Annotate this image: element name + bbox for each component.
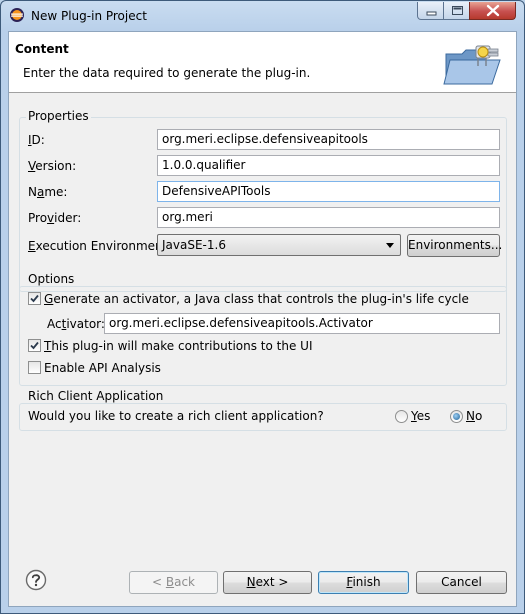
provider-label: Provider: [28,211,81,225]
window-title: New Plug-in Project [31,9,147,23]
ui-contributions-text: his plug-in will make contributions to t… [51,339,313,353]
execution-environment-value: JavaSE-1.6 [162,238,226,252]
generate-activator-text: enerate an activator, a Java class that … [53,292,469,306]
finish-button[interactable]: Finish [318,571,409,594]
id-label: ID: [28,133,45,147]
version-field[interactable]: 1.0.0.qualifier [157,155,500,176]
back-button[interactable]: < Back [129,571,218,594]
name-label: Name: [28,185,67,199]
options-group-label: Options [26,272,77,286]
next-button-mnemonic: N [246,575,256,589]
activator-label-text: ivator: [66,317,105,331]
id-field[interactable]: org.meri.eclipse.defensiveapitools [157,129,500,150]
rich-client-yes-radio[interactable] [395,410,408,423]
next-button[interactable]: Next > [223,571,312,594]
close-icon [486,4,500,17]
execution-environment-label: Execution Environment: [28,239,171,253]
execution-environment-label-mnemonic: E [28,239,36,253]
rich-client-no-label: No [466,409,482,423]
minimize-button[interactable] [417,2,444,20]
maximize-button[interactable] [443,2,470,20]
chevron-down-icon [386,243,394,248]
dialog-window: New Plug-in Project Content Enter the da… [0,0,525,614]
eclipse-icon [10,8,24,22]
name-label-prefix: N [28,185,37,199]
rich-client-question: Would you like to create a rich client a… [28,409,324,423]
rich-client-no-mnemonic: N [466,409,475,423]
ui-contributions-checkbox[interactable] [28,339,41,352]
generate-activator-label: Generate an activator, a Java class that… [44,292,469,306]
next-button-text: ext > [255,575,289,589]
rich-client-no-radio[interactable] [450,410,463,423]
activator-field[interactable]: org.meri.eclipse.defensiveapitools.Activ… [104,313,500,334]
title-bar[interactable]: New Plug-in Project [1,1,524,31]
help-icon[interactable] [25,569,47,591]
cancel-button[interactable]: Cancel [416,571,507,594]
close-button[interactable] [469,2,516,20]
provider-label-prefix: Pro [28,211,48,225]
page-description: Enter the data required to generate the … [23,66,311,80]
api-analysis-label: Enable API Analysis [44,361,161,375]
execution-environment-label-text: xecution Environment: [35,239,172,253]
rich-client-group-label: Rich Client Application [26,389,166,403]
checkmark-icon [30,294,39,303]
environments-button[interactable]: Environments... [407,234,502,257]
name-field[interactable]: DefensiveAPITools [157,181,500,202]
back-button-prefix: < [151,575,166,589]
minimize-icon [426,11,437,16]
rich-client-yes-label: Yes [411,409,430,423]
provider-label-text: ider: [54,211,82,225]
id-label-text: D: [31,133,45,147]
version-label: Version: [28,159,76,173]
generate-activator-mnemonic: G [44,292,54,306]
back-button-mnemonic: B [165,575,175,589]
provider-field[interactable]: org.meri [157,207,500,228]
radio-selected-dot [453,413,460,420]
page-title: Content [15,42,69,56]
generate-activator-checkbox[interactable] [28,292,41,305]
plugin-wizard-banner-icon [443,45,501,85]
rich-client-yes-text: es [416,409,431,423]
properties-group-label: Properties [26,109,91,123]
finish-button-text: inish [352,575,381,589]
api-analysis-checkbox[interactable] [28,361,41,374]
back-button-text: ack [174,575,195,589]
checkmark-icon [30,341,39,350]
activator-label-prefix: Ac [47,317,62,331]
ui-contributions-label: This plug-in will make contributions to … [44,339,312,353]
rich-client-no-text: o [474,409,483,423]
name-label-text: me: [44,185,68,199]
execution-environment-select[interactable]: JavaSE-1.6 [157,234,401,256]
dialog-client-area: Content Enter the data required to gener… [8,31,517,607]
activator-label: Activator: [47,317,105,331]
wizard-header: Content Enter the data required to gener… [9,32,516,93]
version-label-text: ersion: [35,159,77,173]
maximize-icon [452,6,463,15]
